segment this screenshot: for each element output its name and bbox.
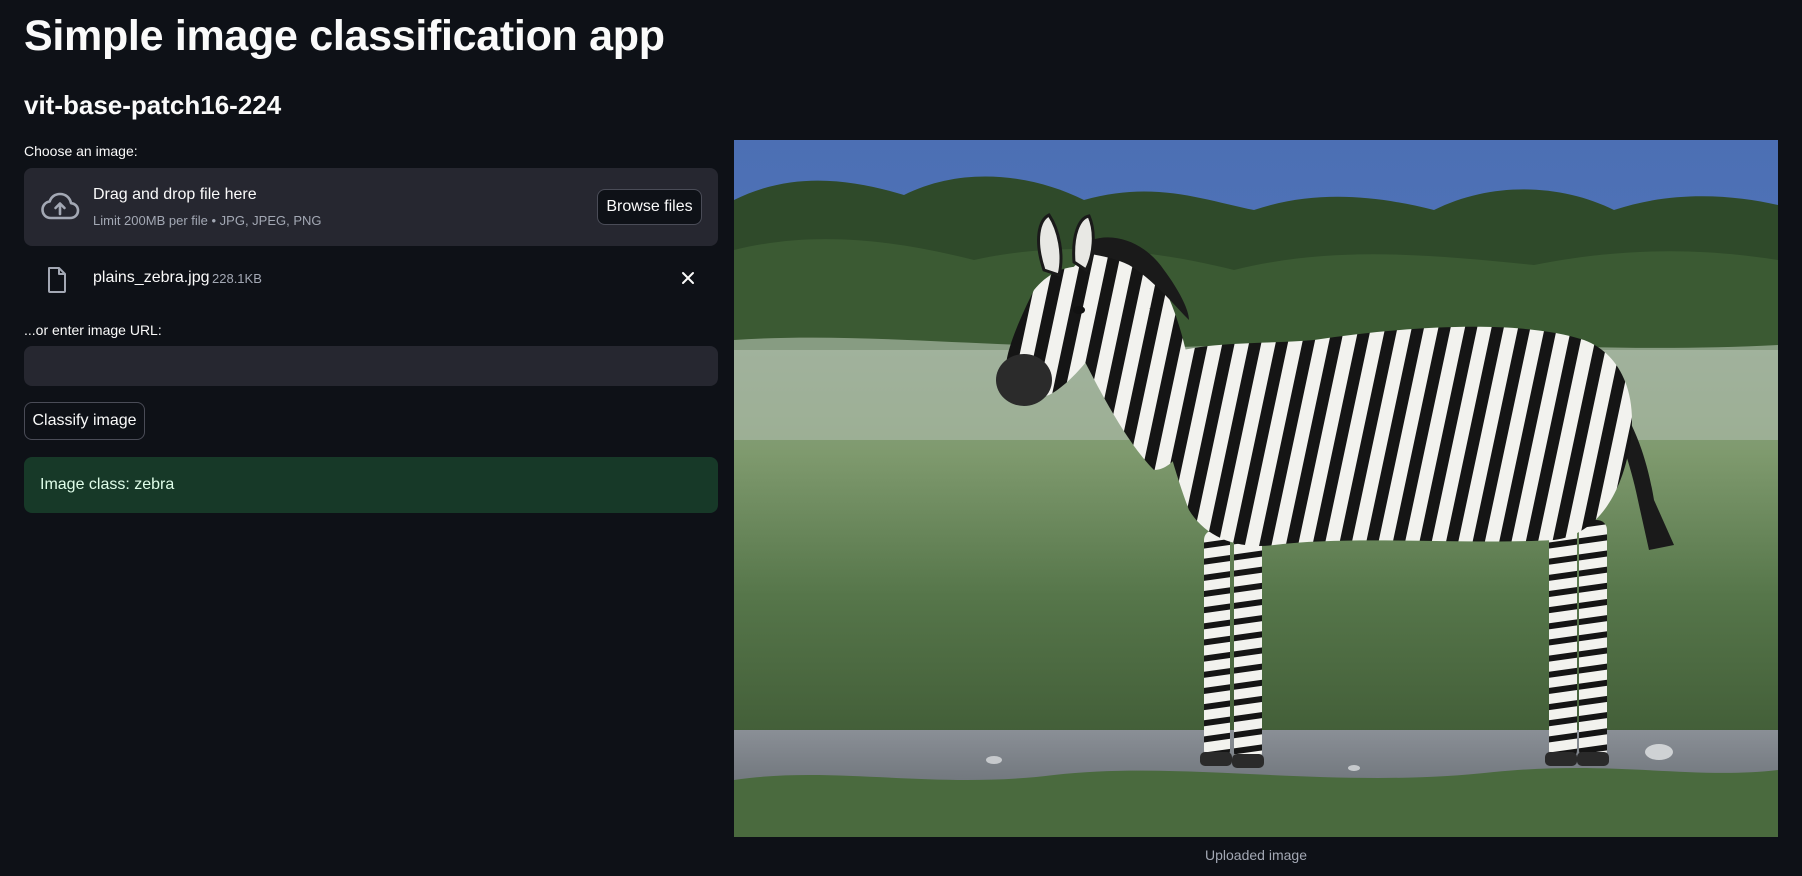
close-icon[interactable] bbox=[680, 270, 696, 286]
uploaded-file-size: 228.1KB bbox=[212, 271, 262, 286]
model-subheader: vit-base-patch16-224 bbox=[24, 90, 282, 120]
dropzone-limit-text: Limit 200MB per file • JPG, JPEG, PNG bbox=[93, 213, 322, 228]
classify-image-button[interactable]: Classify image bbox=[24, 402, 145, 440]
classification-result-alert: Image class: zebra bbox=[24, 457, 718, 513]
uploaded-file-item: plains_zebra.jpg 228.1KB bbox=[24, 258, 718, 298]
zebra-photo bbox=[734, 140, 1778, 837]
url-input-label: ...or enter image URL: bbox=[24, 322, 162, 338]
file-dropzone[interactable]: Drag and drop file here Limit 200MB per … bbox=[24, 168, 718, 246]
uploaded-image bbox=[734, 140, 1778, 837]
cloud-upload-icon bbox=[41, 192, 80, 220]
image-url-input[interactable] bbox=[24, 346, 718, 386]
app-page: Simple image classification app vit-base… bbox=[0, 0, 1802, 876]
dropzone-title: Drag and drop file here bbox=[93, 186, 257, 203]
uploaded-file-name: plains_zebra.jpg bbox=[93, 269, 210, 286]
browse-files-button[interactable]: Browse files bbox=[597, 189, 702, 225]
uploader-label: Choose an image: bbox=[24, 143, 138, 159]
file-icon bbox=[48, 267, 66, 293]
page-title: Simple image classification app bbox=[24, 12, 665, 60]
result-message: Image class: zebra bbox=[40, 476, 175, 493]
image-caption: Uploaded image bbox=[1205, 847, 1307, 863]
